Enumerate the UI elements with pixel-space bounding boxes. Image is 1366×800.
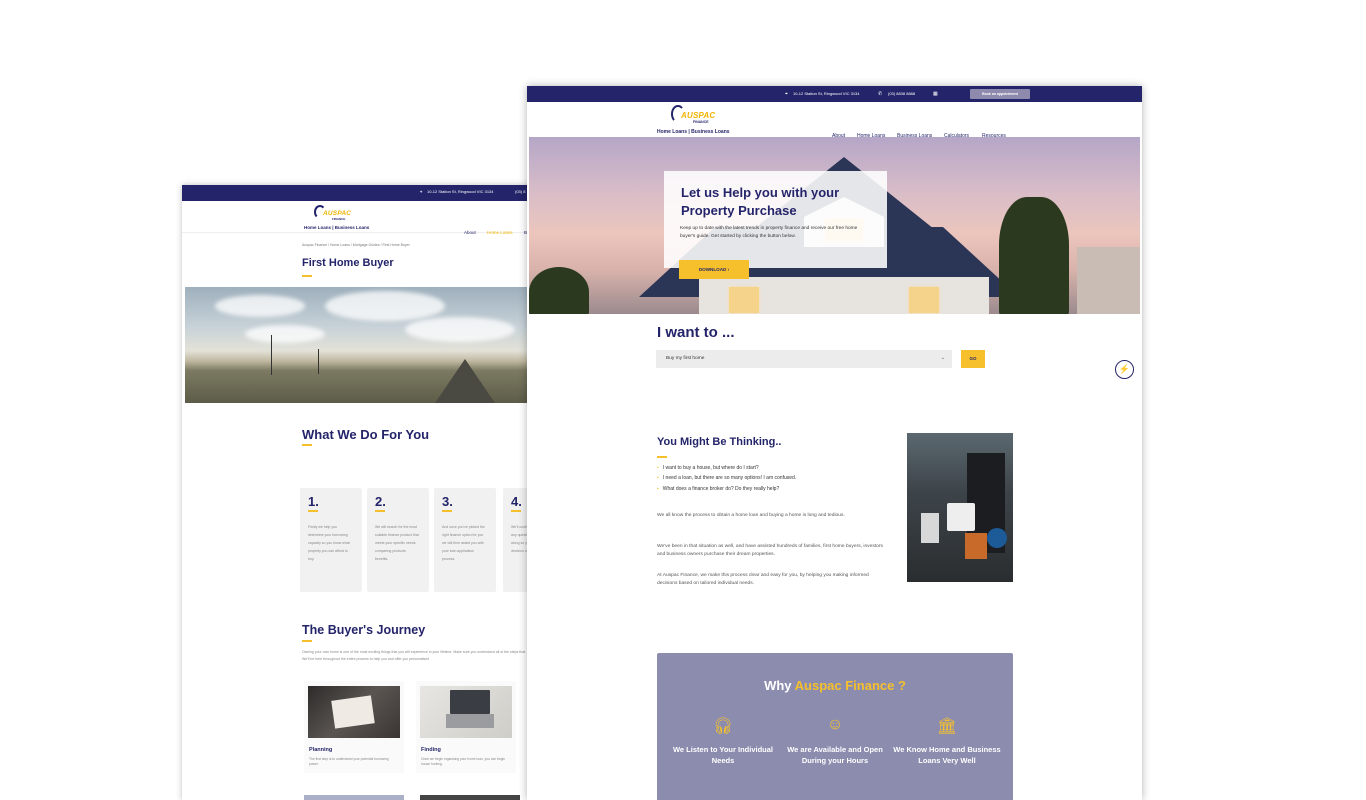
journey-underline xyxy=(302,640,312,642)
what-we-do-title: What We Do For You xyxy=(302,427,430,442)
office-desk-photo xyxy=(907,433,1013,582)
headphones-icon: 🎧︎ xyxy=(712,718,734,735)
phone-icon: ✆ xyxy=(878,91,883,97)
home-page: ⌖ 10-12 Station St, Ringwood VIC 3134 ✆ … xyxy=(527,86,1142,800)
nav-about[interactable]: About xyxy=(464,230,476,235)
feature-listen: 🎧︎ We Listen to Your Individual Needs xyxy=(668,716,778,766)
thinking-para-3: At Auspac Finance, we make this process … xyxy=(657,573,869,586)
step-card-3: 3. And once you've picked the right fina… xyxy=(434,488,496,592)
house-hero-image: Let us Help you with your Property Purch… xyxy=(529,137,1140,314)
hero-title: Let us Help you with your Property Purch… xyxy=(681,185,840,218)
book-appointment-button[interactable]: Book an appointment xyxy=(970,89,1030,99)
i-want-to-title: I want to ... xyxy=(657,324,735,341)
what-underline xyxy=(302,444,312,446)
chevron-down-icon: ⌄ xyxy=(940,355,945,361)
journey-title: The Buyer's Journey xyxy=(302,623,426,637)
thinking-bullet-2: ▪ I need a loan, but there are so many op… xyxy=(657,475,797,481)
planning-image xyxy=(308,686,400,738)
thinking-title: You Might Be Thinking.. xyxy=(657,436,782,448)
phone-text[interactable]: (03) 8838 8888 xyxy=(888,91,915,96)
header: AUSPAC FINANCE Home Loans | Business Loa… xyxy=(527,102,1142,139)
why-title: Why Auspac Finance ? xyxy=(764,678,906,693)
step-card-2: 2. We will search for the most suitable … xyxy=(367,488,429,592)
calendar-icon: ▦ xyxy=(933,91,938,97)
road-hero-image xyxy=(185,287,542,403)
location-icon: ⌖ xyxy=(420,189,423,194)
breadcrumb: Auspac Finance / Home Loans / Mortgage G… xyxy=(302,243,410,247)
messenger-chat-icon[interactable]: ⚡ xyxy=(1115,360,1134,379)
address-text: 10-12 Station St, Ringwood VIC 3134 xyxy=(427,189,494,194)
goal-select-value: Buy my first home xyxy=(666,356,705,361)
top-bar: ⌖ 10-12 Station St, Ringwood VIC 3134 ✆ … xyxy=(527,86,1142,102)
header: AUSPAC FINANCE Home Loans | Business Loa… xyxy=(182,201,542,235)
hero-overlay-card: Let us Help you with your Property Purch… xyxy=(664,171,887,279)
page-title: First Home Buyer xyxy=(302,257,394,269)
step-card-1: 1. Firstly we help you determine your bo… xyxy=(300,488,362,592)
journey-card-planning[interactable]: Planning The first step is to understand… xyxy=(304,681,404,773)
bank-icon: 🏛︎ xyxy=(936,718,958,735)
address-text: 10-12 Station St, Ringwood VIC 3134 xyxy=(793,91,860,96)
goal-select[interactable]: Buy my first home ⌄ xyxy=(656,350,952,368)
finding-image xyxy=(420,686,512,738)
journey-intro: Owning your own home is one of the most … xyxy=(302,650,527,661)
feature-know-loans: 🏛︎ We Know Home and Business Loans Very … xyxy=(893,718,1001,765)
first-home-buyer-page: ⌖ 10-12 Station St, Ringwood VIC 3134 (0… xyxy=(182,185,542,800)
feature-available: ☺ We are Available and Open During your … xyxy=(780,716,890,766)
thinking-bullet-3: ▪ What does a finance broker do? Do they … xyxy=(657,486,780,492)
logo[interactable]: AUSPAC FINANCE Home Loans | Business Loa… xyxy=(304,204,372,230)
smiley-icon: ☺ xyxy=(826,716,844,733)
thinking-underline xyxy=(657,456,667,458)
thinking-bullet-1: ▪ I want to buy a house, but where do I s… xyxy=(657,465,759,471)
go-button[interactable]: GO xyxy=(961,350,985,368)
logo[interactable]: AUSPAC FINANCE Home Loans | Business Loa… xyxy=(657,104,737,136)
title-underline xyxy=(302,275,312,277)
nav-home-loans[interactable]: Home Loans xyxy=(487,230,513,235)
phone-text[interactable]: (03) 8 xyxy=(515,189,525,194)
why-auspac-section: Why Auspac Finance ? 🎧︎ We Listen to You… xyxy=(657,653,1013,800)
thinking-para-1: We all know the process to obtain a home… xyxy=(657,513,845,518)
download-button[interactable]: DOWNLOAD › xyxy=(679,260,749,279)
thinking-para-2: We've been in that situation as well, an… xyxy=(657,544,883,557)
hero-body: Keep up to date with the latest trends i… xyxy=(680,226,858,239)
location-icon: ⌖ xyxy=(785,91,788,97)
top-bar: ⌖ 10-12 Station St, Ringwood VIC 3134 (0… xyxy=(182,185,542,201)
journey-card-finding[interactable]: Finding Once we begin organising your ho… xyxy=(416,681,516,773)
